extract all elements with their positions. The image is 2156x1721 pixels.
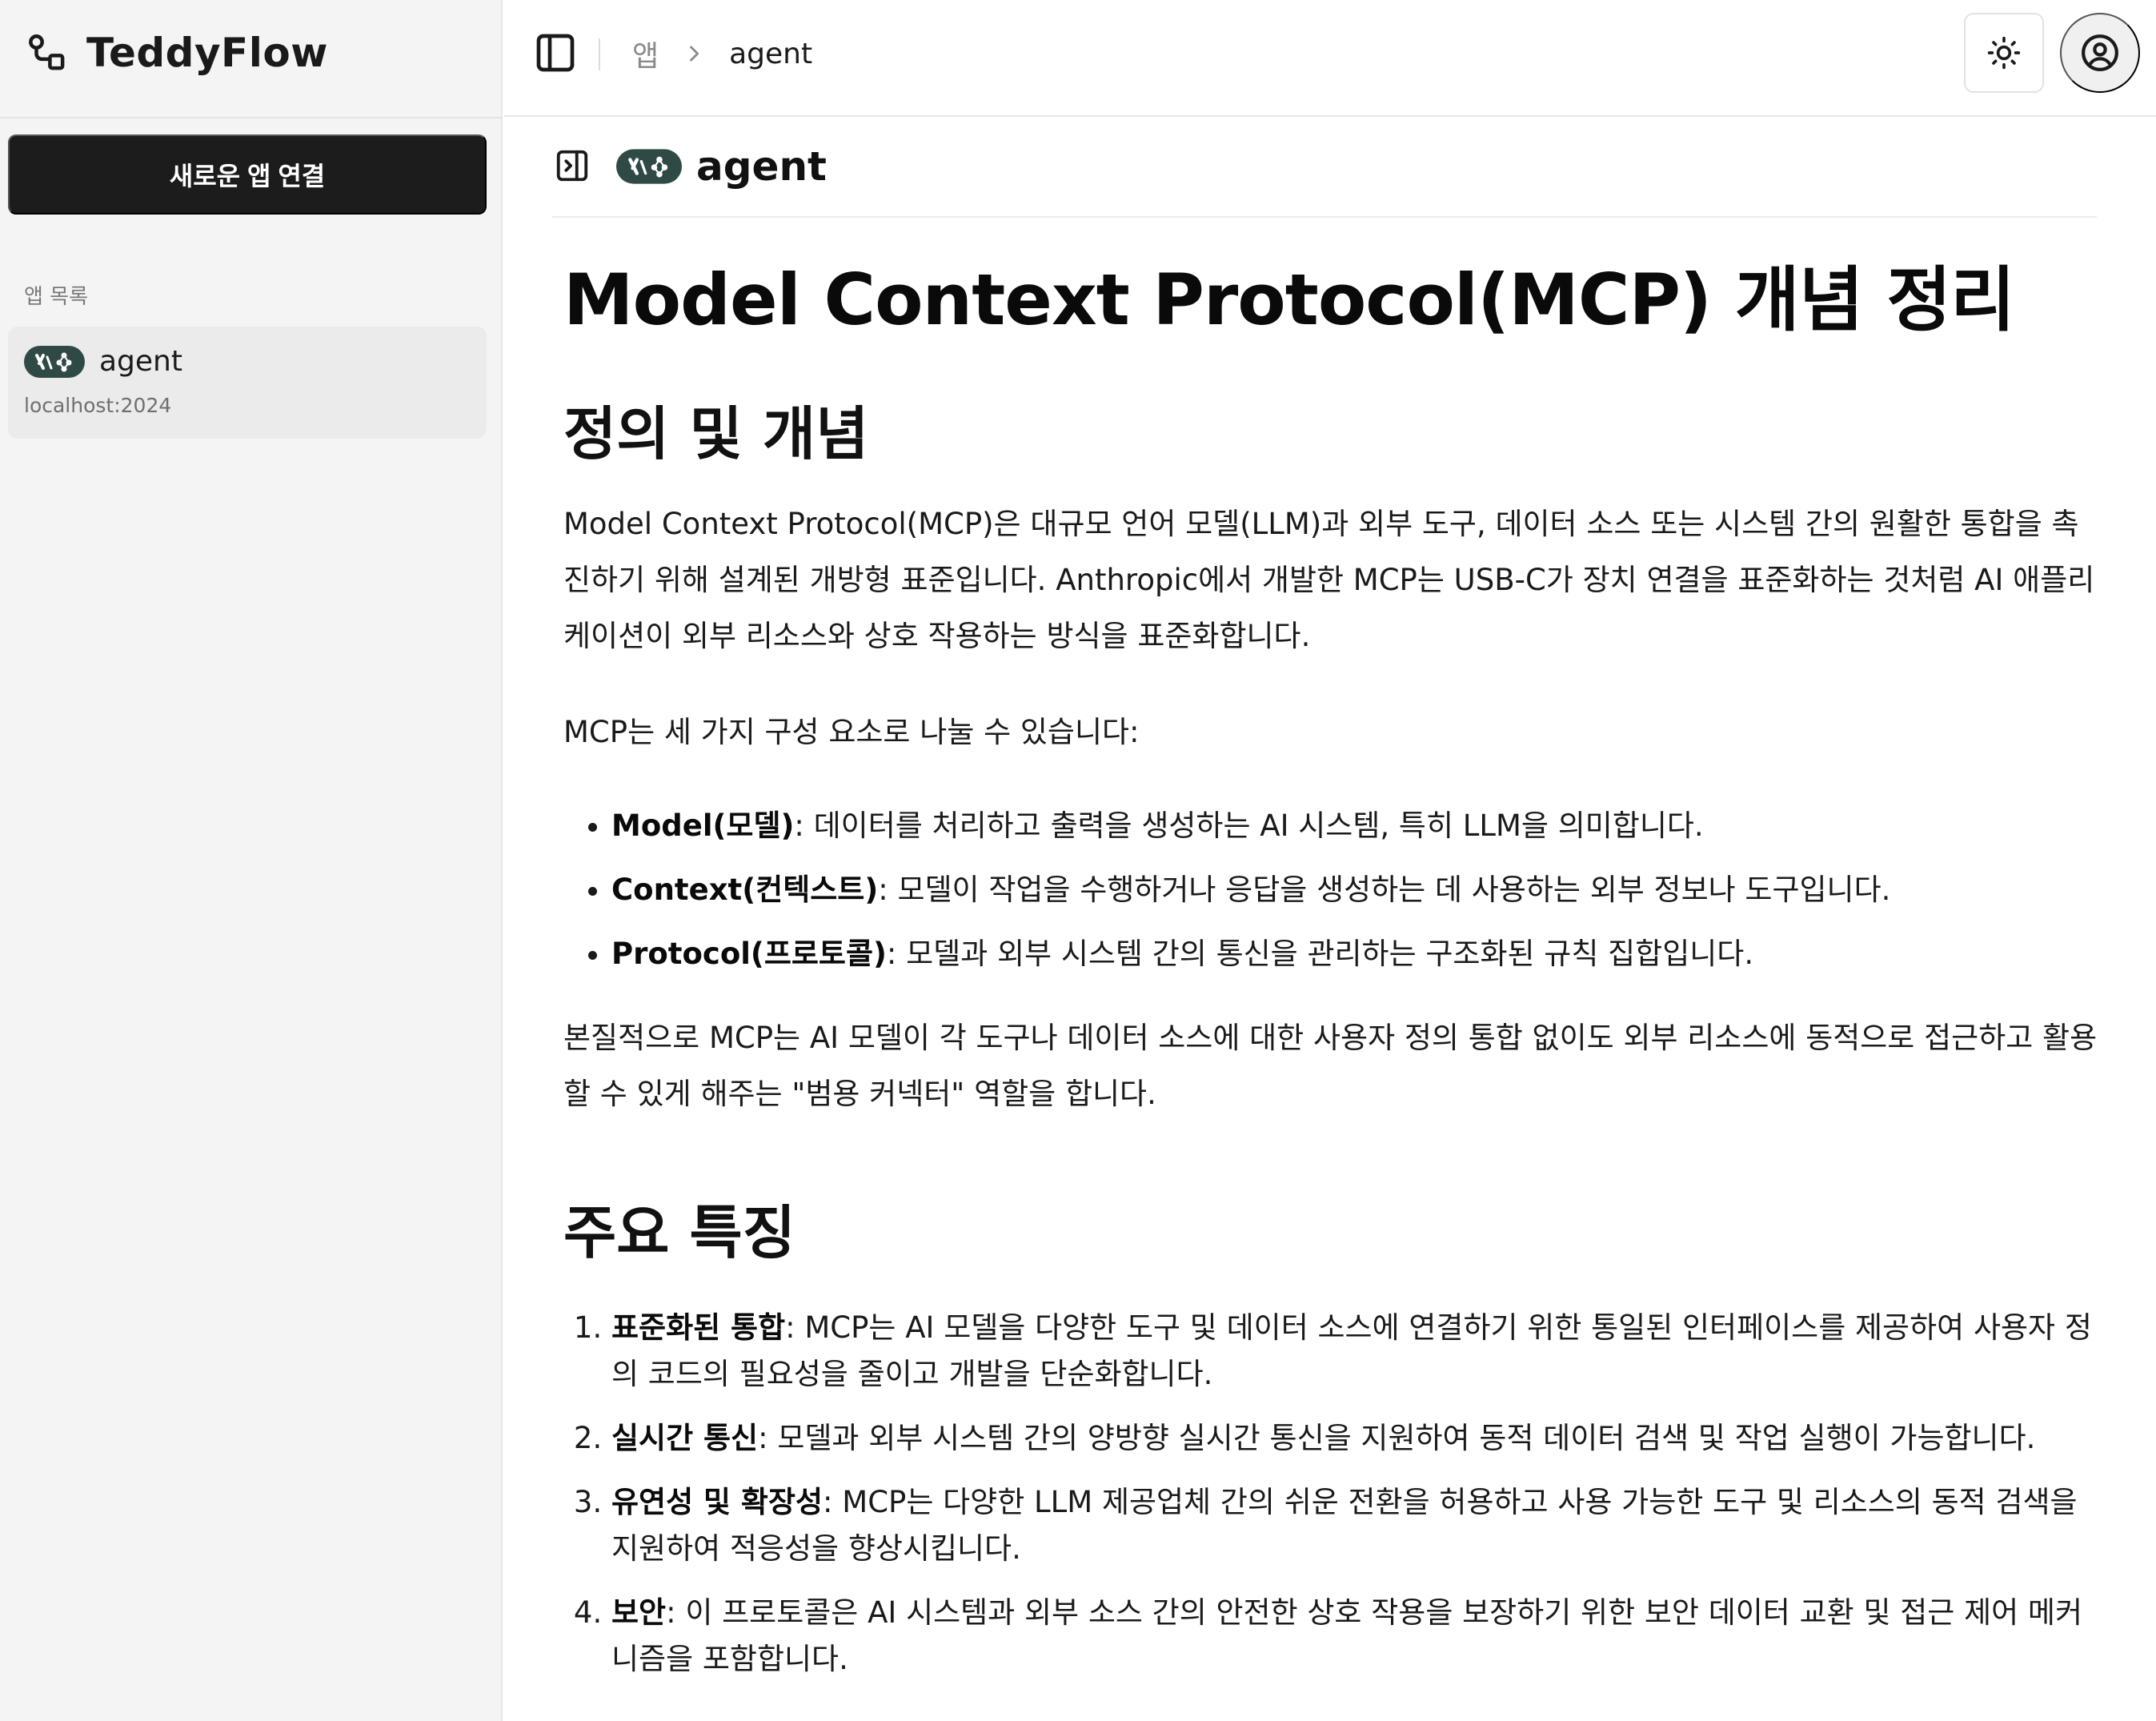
list-item-text: : 모델이 작업을 수행하거나 응답을 생성하는 데 사용하는 외부 정보나 도… — [878, 873, 1891, 907]
document-title: Model Context Protocol(MCP) 개념 정리 — [563, 259, 2015, 341]
list-item: 보안: 이 프로토콜은 AI 시스템과 외부 소스 간의 안전한 상호 작용을 … — [611, 1590, 2100, 1683]
paragraph: 본질적으로 MCP는 AI 모델이 각 도구나 데이터 소스에 대한 사용자 정… — [563, 1021, 2098, 1111]
content-header: agent — [552, 138, 2097, 218]
list-item-text: : 모델과 외부 시스템 간의 양방향 실시간 통신을 지원하여 동적 데이터 … — [758, 1421, 2036, 1455]
user-circle-icon — [2082, 34, 2118, 71]
list-item-text: : 모델과 외부 시스템 간의 통신을 관리하는 구조화된 규칙 집합입니다. — [886, 937, 1754, 971]
chevron-right-icon — [690, 46, 699, 62]
list-item: 유연성 및 확장성: MCP는 다양한 LLM 제공업체 간의 쉬운 전환을 허… — [611, 1479, 2100, 1572]
list-item: Model(모델): 데이터를 처리하고 출력을 생성하는 AI 시스템, 특히… — [611, 794, 2100, 858]
top-bar: 앱 agent — [504, 0, 2156, 117]
list-item-term: 보안 — [611, 1595, 667, 1630]
sidebar: TeddyFlow 새로운 앱 연결 앱 목록 agent localhost:… — [0, 0, 503, 1721]
list-item-term: 유연성 및 확장성 — [611, 1485, 824, 1519]
component-list: Model(모델): 데이터를 처리하고 출력을 생성하는 AI 시스템, 특히… — [563, 794, 2100, 986]
list-item-text: : 데이터를 처리하고 출력을 생성하는 AI 시스템, 특히 LLM을 의미합… — [794, 808, 1704, 843]
workflow-icon — [29, 34, 65, 70]
toolbar-divider — [599, 38, 600, 70]
sidebar-divider — [0, 117, 503, 118]
section-heading-definition: 정의 및 개념 — [563, 400, 869, 467]
breadcrumb-current: agent — [729, 37, 813, 70]
list-item-term: 실시간 통신 — [611, 1421, 759, 1455]
breadcrumb: 앱 agent — [632, 34, 812, 74]
document: Model Context Protocol(MCP) 개념 정리 정의 및 개… — [563, 240, 2100, 1700]
langgraph-badge-icon — [616, 149, 682, 184]
app-list-item-agent[interactable]: agent localhost:2024 — [8, 327, 487, 439]
list-item-text: : 이 프로토콜은 AI 시스템과 외부 소스 간의 안전한 상호 작용을 보장… — [611, 1595, 2083, 1676]
paragraph: Model Context Protocol(MCP)은 대규모 언어 모델(L… — [563, 507, 2095, 653]
content-title: agent — [696, 143, 827, 190]
list-item-term: Protocol(프로토콜) — [611, 937, 887, 971]
feature-list: 표준화된 통합: MCP는 AI 모델을 다양한 도구 및 데이터 소스에 연결… — [563, 1305, 2100, 1683]
section-heading-features: 주요 특징 — [563, 1199, 796, 1266]
panel-left-icon[interactable] — [533, 30, 578, 75]
list-item-term: Context(컨텍스트) — [611, 873, 879, 907]
list-item-term: Model(모델) — [611, 808, 795, 843]
list-item: Context(컨텍스트): 모델이 작업을 수행하거나 응답을 생성하는 데 … — [611, 858, 2100, 922]
langgraph-badge-icon — [24, 346, 85, 378]
paragraph: MCP는 세 가지 구성 요소로 나눌 수 있습니다: — [563, 715, 1140, 749]
list-item-text: : MCP는 다양한 LLM 제공업체 간의 쉬운 전환을 허용하고 사용 가능… — [611, 1485, 2078, 1566]
new-app-connect-button[interactable]: 새로운 앱 연결 — [8, 134, 487, 215]
panel-right-open-icon[interactable] — [554, 147, 591, 184]
brand[interactable]: TeddyFlow — [26, 29, 328, 77]
list-item-text: : MCP는 AI 모델을 다양한 도구 및 데이터 소스에 연결하기 위한 통… — [611, 1310, 2092, 1391]
user-menu-button[interactable] — [2060, 13, 2140, 93]
brand-name: TeddyFlow — [86, 30, 328, 76]
app-list-label: 앱 목록 — [24, 285, 89, 309]
breadcrumb-apps-link[interactable]: 앱 — [632, 33, 659, 74]
theme-toggle-button[interactable] — [1964, 13, 2044, 93]
sun-icon — [1987, 36, 2021, 70]
list-item: 실시간 통신: 모델과 외부 시스템 간의 양방향 실시간 통신을 지원하여 동… — [611, 1415, 2100, 1462]
list-item-term: 표준화된 통합 — [611, 1310, 786, 1345]
app-host: localhost:2024 — [24, 394, 172, 417]
list-item: 표준화된 통합: MCP는 AI 모델을 다양한 도구 및 데이터 소스에 연결… — [611, 1305, 2100, 1398]
app-name: agent — [99, 345, 182, 378]
list-item: Protocol(프로토콜): 모델과 외부 시스템 간의 통신을 관리하는 구… — [611, 922, 2100, 986]
